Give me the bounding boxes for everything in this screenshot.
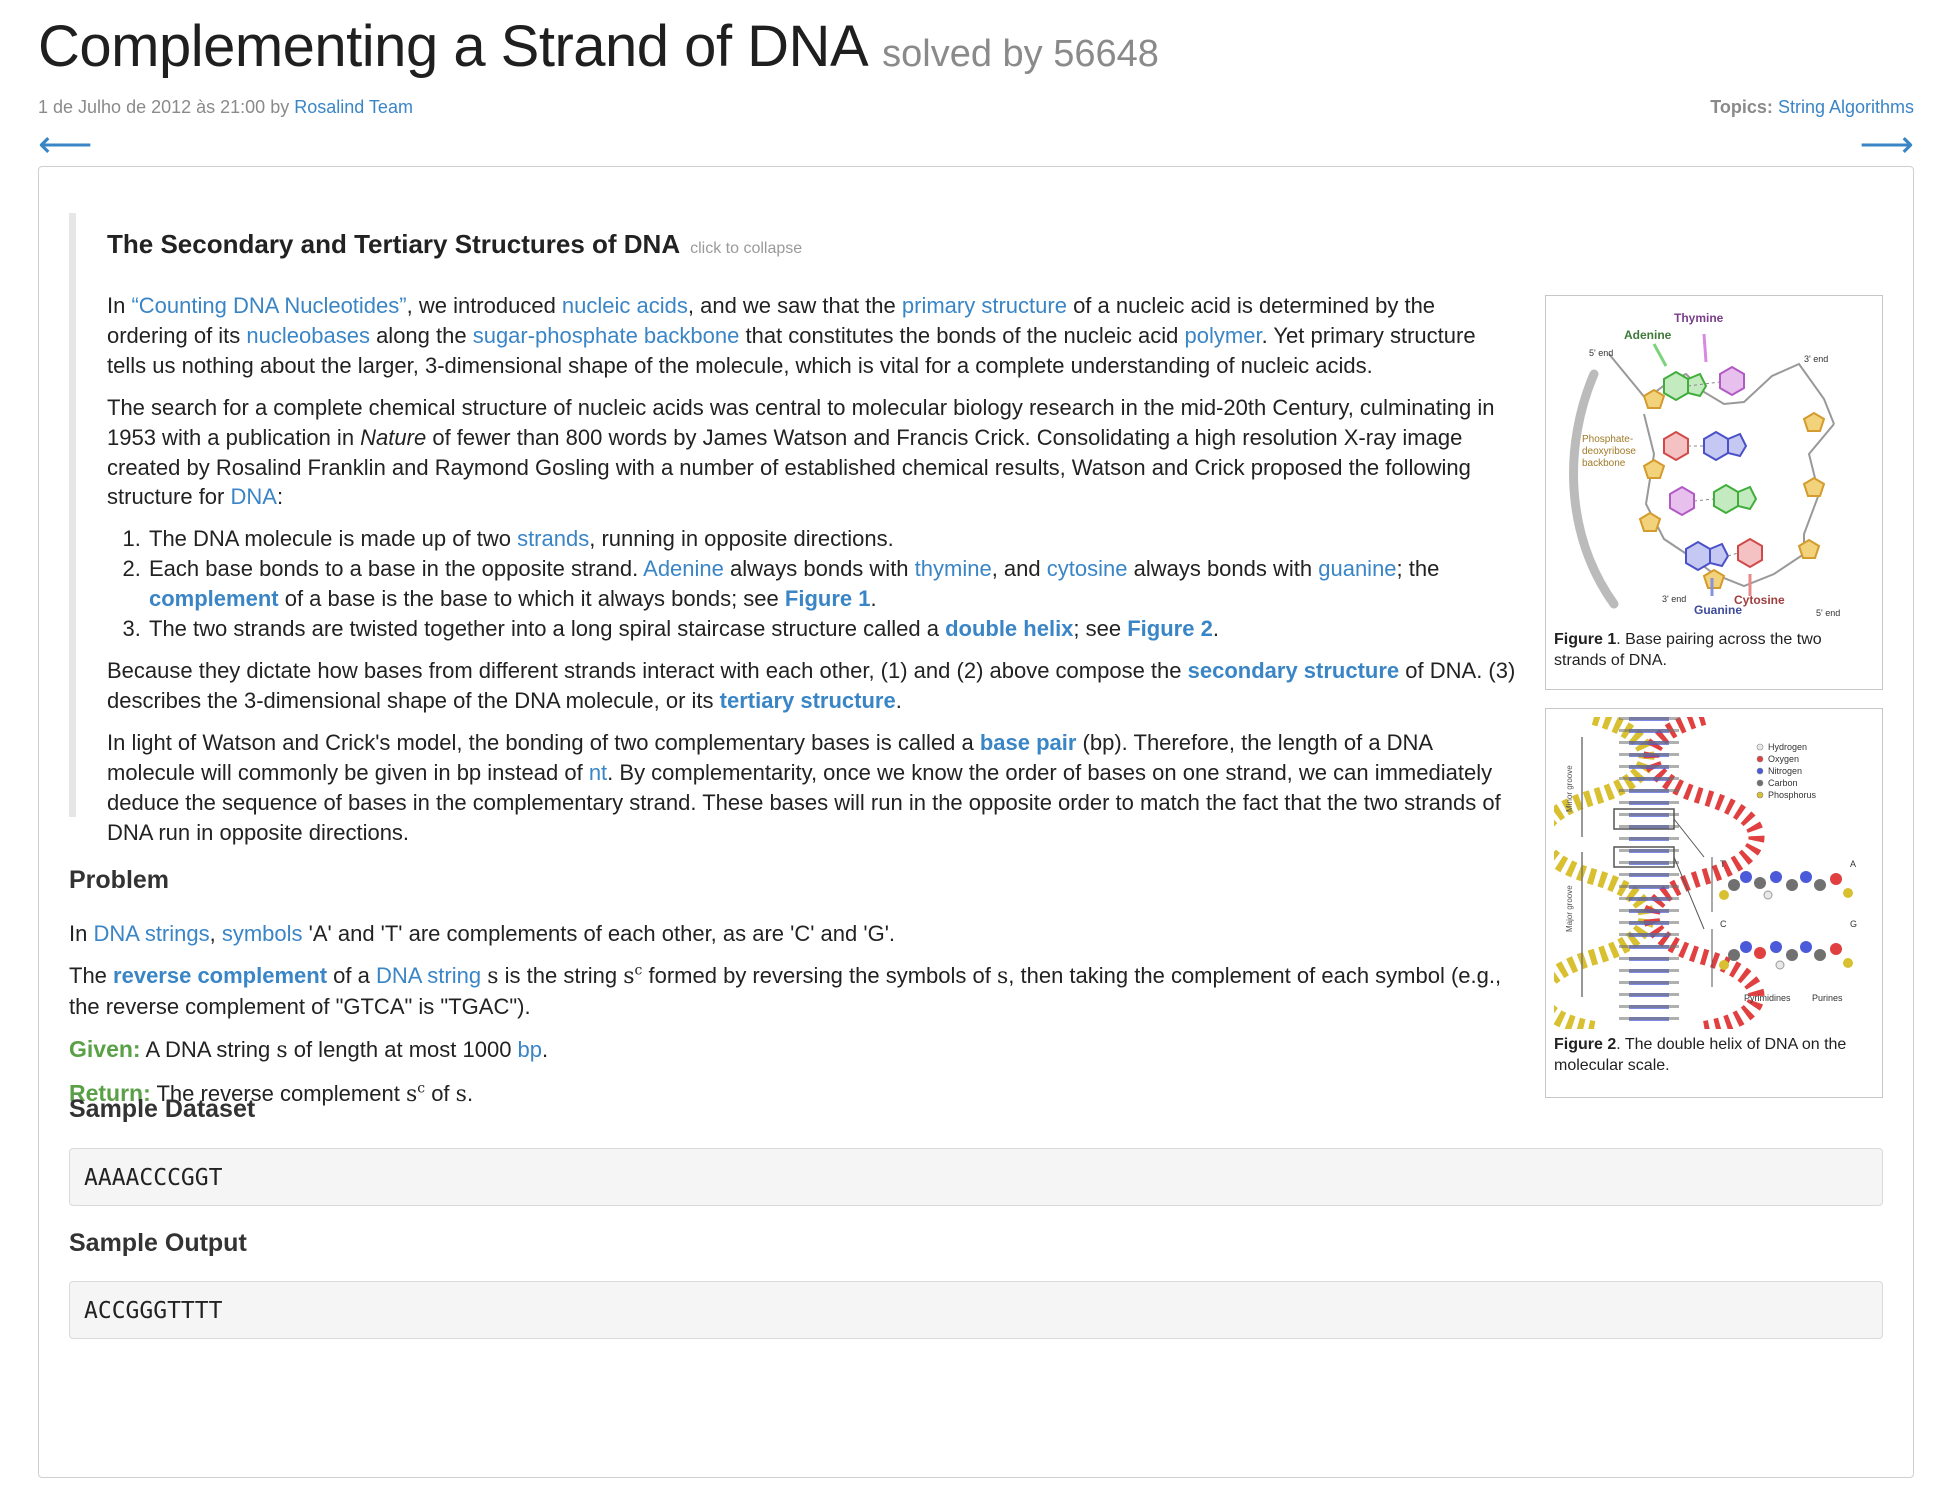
term-reverse-complement[interactable]: reverse complement: [113, 963, 327, 988]
term-complement[interactable]: complement: [149, 586, 279, 611]
background-paragraph-1: In “Counting DNA Nucleotides”, we introd…: [107, 293, 1476, 378]
list-item: Each base bonds to a base in the opposit…: [147, 554, 1517, 614]
problem-page: Complementing a Strand of DNA solved by 5…: [0, 0, 1936, 1500]
legend-swatch: [1756, 743, 1764, 751]
base-pairing-diagram: Adenine Thymine Guanine Cytosine 5' end …: [1569, 311, 1840, 618]
figure-1-caption: Figure 1. Base pairing across the two st…: [1554, 631, 1822, 669]
return-line: Return: The reverse complement sc of s.: [69, 1079, 474, 1107]
backbone-label-line-1: Phosphate-: [1582, 434, 1633, 445]
figure-2: T A C G Pyrimidines Purines Minor groove…: [1545, 708, 1883, 1098]
legend-carbon: Carbon: [1768, 778, 1798, 788]
list-item: The two strands are twisted together int…: [147, 614, 1517, 644]
backbone-label-line-3: backbone: [1582, 458, 1626, 469]
backbone-label-line-2: deoxyribose: [1582, 446, 1636, 457]
background-text: In “Counting DNA Nucleotides”, we introd…: [107, 291, 1517, 859]
link-strands[interactable]: strands: [517, 526, 589, 551]
term-secondary-structure[interactable]: secondary structure: [1188, 658, 1400, 683]
link-thymine[interactable]: thymine: [915, 556, 992, 581]
problem-paragraph-2: The reverse complement of a DNA string s…: [69, 962, 1502, 1019]
topics: Topics: String Algorithms: [1710, 95, 1914, 119]
term-base-pair[interactable]: base pair: [980, 730, 1077, 755]
page-title: Complementing a Strand of DNA: [38, 14, 869, 79]
figure-1-reference[interactable]: Figure 1: [785, 586, 871, 611]
base-t-label: T: [1720, 859, 1726, 869]
base-pair-ta: [1719, 871, 1853, 900]
legend-phosphorus: Phosphorus: [1768, 790, 1817, 800]
topics-label: Topics:: [1710, 97, 1773, 117]
link-symbols[interactable]: symbols: [222, 921, 303, 946]
five-prime-end-top-label: 5' end: [1589, 348, 1613, 358]
legend-swatch: [1756, 779, 1764, 787]
cytosine-label: Cytosine: [1734, 593, 1785, 607]
problem-heading: Problem: [69, 866, 170, 894]
link-nt[interactable]: nt: [589, 760, 607, 785]
list-item: The DNA molecule is made up of two stran…: [147, 524, 1517, 554]
link-dna-strings[interactable]: DNA strings: [93, 921, 209, 946]
background-paragraph-4: In light of Watson and Crick's model, th…: [107, 729, 1501, 845]
figure-2-caption: Figure 2. The double helix of DNA on the…: [1554, 1036, 1847, 1074]
sample-output-block[interactable]: ACCGGGTTTT: [69, 1281, 1883, 1339]
atom-legend: Hydrogen Oxygen Nitrogen Carbon Phosphor…: [1756, 742, 1817, 800]
given-line: Given: A DNA string s of length at most …: [69, 1035, 549, 1063]
five-prime-end-bottom-label: 5' end: [1816, 608, 1840, 618]
legend-oxygen: Oxygen: [1768, 754, 1799, 764]
background-paragraph-2: The search for a complete chemical struc…: [107, 394, 1495, 510]
three-prime-end-bottom-label: 3' end: [1662, 594, 1686, 604]
base-g-label: G: [1850, 919, 1857, 929]
base-a-label: A: [1850, 859, 1856, 869]
publish-date: 1 de Julho de 2012 às 21:00 by: [38, 97, 290, 117]
sample-output-heading: Sample Output: [69, 1229, 247, 1257]
link-counting-dna-nucleotides[interactable]: “Counting DNA Nucleotides”: [131, 293, 406, 318]
minor-groove-label: Minor groove: [1565, 765, 1574, 812]
legend-swatch: [1756, 755, 1764, 763]
problem-paragraph-1: In DNA strings, symbols 'A' and 'T' are …: [69, 921, 895, 946]
legend-hydrogen: Hydrogen: [1768, 742, 1807, 752]
figure-1: Adenine Thymine Guanine Cytosine 5' end …: [1545, 295, 1883, 690]
link-primary-structure[interactable]: primary structure: [902, 293, 1067, 318]
structure-list: The DNA molecule is made up of two stran…: [107, 524, 1517, 644]
adenine-label: Adenine: [1624, 328, 1672, 342]
thymine-label: Thymine: [1674, 311, 1724, 325]
given-label: Given:: [69, 1035, 141, 1062]
link-cytosine[interactable]: cytosine: [1047, 556, 1128, 581]
problem-statement: In DNA strings, symbols 'A' and 'T' are …: [69, 919, 1529, 1122]
solved-count: solved by 56648: [882, 33, 1159, 75]
legend-nitrogen: Nitrogen: [1768, 766, 1802, 776]
background-paragraph-3: Because they dictate how bases from diff…: [107, 657, 1516, 713]
previous-problem-arrow-icon[interactable]: ⟵: [38, 126, 92, 164]
term-double-helix[interactable]: double helix: [945, 616, 1073, 641]
background-title: The Secondary and Tertiary Structures of…: [107, 227, 802, 262]
link-dna[interactable]: DNA: [230, 484, 276, 509]
background-heading: The Secondary and Tertiary Structures of…: [107, 229, 681, 259]
legend-swatch: [1756, 767, 1764, 775]
legend-swatch: [1756, 791, 1764, 799]
purines-label: Purines: [1812, 993, 1843, 1003]
next-problem-arrow-icon[interactable]: ⟶: [1860, 126, 1914, 164]
publish-info: 1 de Julho de 2012 às 21:00 by Rosalind …: [38, 95, 413, 119]
link-sugar-phosphate-backbone[interactable]: sugar-phosphate backbone: [473, 323, 740, 348]
link-bp[interactable]: bp: [518, 1037, 542, 1062]
problem-content-box: The Secondary and Tertiary Structures of…: [38, 166, 1914, 1478]
link-adenine[interactable]: Adenine: [643, 556, 724, 581]
link-polymer[interactable]: polymer: [1185, 323, 1262, 348]
figure-2-reference[interactable]: Figure 2: [1127, 616, 1213, 641]
base-c-label: C: [1720, 919, 1727, 929]
major-groove-label: Major groove: [1565, 885, 1574, 932]
link-dna-string[interactable]: DNA string: [376, 963, 481, 988]
three-prime-end-top-label: 3' end: [1804, 354, 1828, 364]
term-tertiary-structure[interactable]: tertiary structure: [720, 688, 896, 713]
background-blockquote: The Secondary and Tertiary Structures of…: [69, 213, 1549, 845]
sample-dataset-heading: Sample Dataset: [69, 1095, 256, 1123]
link-nucleobases[interactable]: nucleobases: [246, 323, 370, 348]
link-nucleic-acids[interactable]: nucleic acids: [562, 293, 688, 318]
link-guanine[interactable]: guanine: [1318, 556, 1396, 581]
sample-dataset-block[interactable]: AAAACCCGGT: [69, 1148, 1883, 1206]
title-row: Complementing a Strand of DNA solved by 5…: [38, 8, 1159, 87]
collapse-toggle[interactable]: click to collapse: [690, 240, 802, 257]
double-helix-diagram: T A C G Pyrimidines Purines Minor groove…: [1554, 717, 1857, 1029]
pyrimidines-label: Pyrimidines: [1744, 993, 1791, 1003]
author-link[interactable]: Rosalind Team: [294, 97, 413, 117]
topic-link[interactable]: String Algorithms: [1778, 97, 1914, 117]
